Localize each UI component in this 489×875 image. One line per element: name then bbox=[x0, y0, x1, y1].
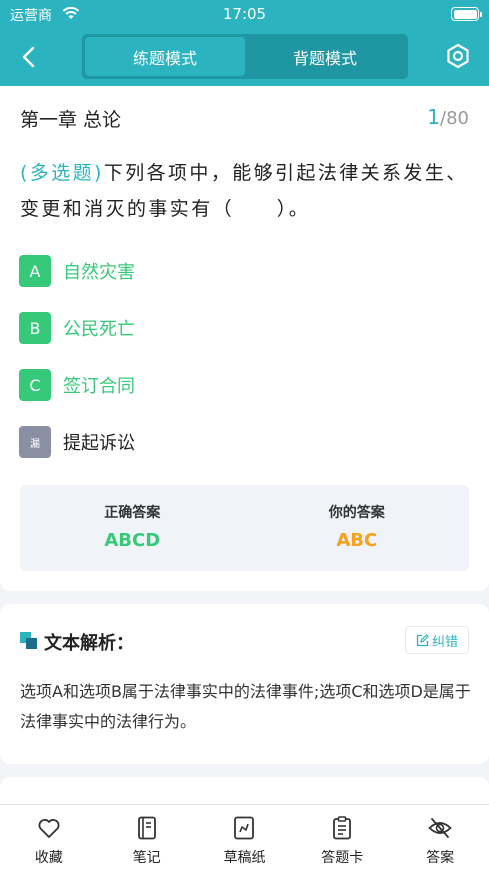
report-error-button[interactable]: 纠错 bbox=[405, 626, 469, 654]
bottom-nav: 收藏 笔记 草稿纸 答题卡 答案 bbox=[0, 804, 489, 875]
question-type: (多选题) bbox=[20, 162, 104, 184]
edit-icon bbox=[416, 633, 429, 646]
app-header: 运营商 17:05 练题模式 背题模式 bbox=[0, 0, 489, 86]
question-card: 第一章 总论 1/80 (多选题)下列各项中，能够引起法律关系发生、变更和消灭的… bbox=[0, 86, 489, 591]
chevron-left-icon bbox=[22, 46, 35, 68]
option-text: 提起诉讼 bbox=[63, 433, 135, 454]
answer-card-icon bbox=[333, 816, 352, 840]
option-badge: A bbox=[19, 255, 51, 287]
tab-practice-mode[interactable]: 练题模式 bbox=[85, 37, 245, 76]
nav-favorite[interactable]: 收藏 bbox=[0, 805, 98, 875]
settings-button[interactable] bbox=[445, 43, 471, 69]
tab-memorize-mode[interactable]: 背题模式 bbox=[245, 37, 405, 76]
progress-total: /80 bbox=[440, 108, 469, 129]
your-answer-block: 你的答案 ABC bbox=[245, 485, 470, 571]
option-b[interactable]: B 公民死亡 bbox=[19, 311, 135, 345]
option-c[interactable]: C 签订合同 bbox=[19, 368, 135, 402]
mode-toggle: 练题模式 背题模式 bbox=[82, 34, 408, 79]
option-text: 签订合同 bbox=[63, 376, 135, 397]
your-answer-label: 你的答案 bbox=[328, 505, 385, 521]
status-bar: 运营商 17:05 bbox=[0, 0, 489, 28]
analysis-title: 文本解析： bbox=[44, 633, 134, 654]
question-progress: 1/80 bbox=[427, 105, 469, 129]
back-button[interactable] bbox=[14, 40, 44, 74]
option-badge: B bbox=[19, 312, 51, 344]
nav-label: 答题卡 bbox=[321, 850, 364, 866]
nav-draft[interactable]: 草稿纸 bbox=[196, 805, 294, 875]
nav-label: 草稿纸 bbox=[223, 850, 266, 866]
settings-icon bbox=[447, 43, 469, 69]
analysis-text: 选项A和选项B属于法律事实中的法律事件;选项C和选项D是属于法律事实中的法律行为… bbox=[20, 682, 471, 731]
chapter-title: 第一章 总论 bbox=[20, 109, 122, 131]
nav-label: 收藏 bbox=[34, 850, 63, 866]
option-badge-missed: 漏 bbox=[19, 426, 51, 458]
correct-answer-label: 正确答案 bbox=[104, 505, 161, 521]
option-d[interactable]: 漏 提起诉讼 bbox=[19, 425, 135, 459]
eye-off-icon bbox=[428, 818, 452, 838]
nav-label: 笔记 bbox=[132, 850, 161, 866]
analysis-card: 文本解析： 纠错 选项A和选项B属于法律事实中的法律事件;选项C和选项D是属于法… bbox=[0, 604, 489, 764]
nav-notes[interactable]: 笔记 bbox=[98, 805, 196, 875]
nav-answer-card[interactable]: 答题卡 bbox=[293, 805, 391, 875]
answer-comparison: 正确答案 ABCD 你的答案 ABC bbox=[20, 485, 469, 571]
clock: 17:05 bbox=[222, 5, 267, 23]
heart-icon bbox=[38, 819, 60, 838]
option-a[interactable]: A 自然灾害 bbox=[19, 254, 135, 288]
option-text: 公民死亡 bbox=[63, 319, 135, 340]
nav-answer[interactable]: 答案 bbox=[391, 805, 489, 875]
your-answer-value: ABC bbox=[336, 530, 378, 551]
notebook-icon bbox=[137, 816, 156, 840]
report-error-label: 纠错 bbox=[431, 634, 458, 650]
correct-answer-value: ABCD bbox=[104, 530, 161, 551]
draft-icon bbox=[234, 816, 255, 840]
progress-current: 1 bbox=[427, 105, 441, 129]
question-text: (多选题)下列各项中，能够引起法律关系发生、变更和消灭的事实有（ ）。 bbox=[20, 155, 475, 227]
nav-label: 答案 bbox=[426, 850, 455, 866]
correct-answer-block: 正确答案 ABCD bbox=[20, 485, 245, 571]
option-text: 自然灾害 bbox=[63, 262, 135, 283]
option-badge: C bbox=[19, 369, 51, 401]
analysis-section-icon bbox=[20, 632, 38, 650]
battery-icon bbox=[451, 7, 482, 21]
